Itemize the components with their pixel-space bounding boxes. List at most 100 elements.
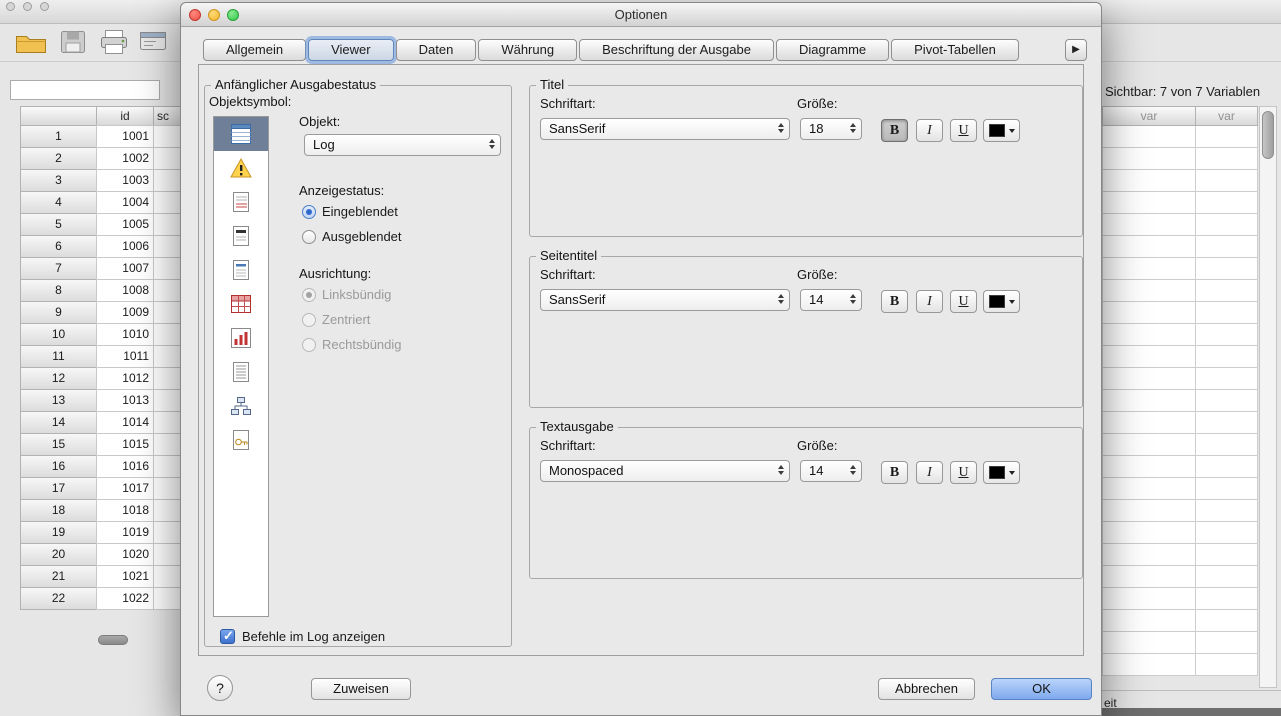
- recall-dialog-icon[interactable]: [138, 28, 168, 61]
- tab-daten[interactable]: Daten: [395, 39, 477, 61]
- empty-cell[interactable]: [1195, 565, 1258, 588]
- cell-id[interactable]: 1020: [96, 543, 154, 566]
- object-icon-warnings[interactable]: [214, 151, 268, 185]
- minimize-button[interactable]: [208, 9, 220, 21]
- empty-cell[interactable]: [1195, 257, 1258, 280]
- cell-id[interactable]: 1018: [96, 499, 154, 522]
- empty-cell[interactable]: [1102, 455, 1196, 478]
- empty-cell[interactable]: [1195, 653, 1258, 676]
- row-number[interactable]: 2: [20, 147, 97, 170]
- empty-cell[interactable]: [1195, 499, 1258, 522]
- apply-button[interactable]: Zuweisen: [311, 678, 411, 700]
- cell-id[interactable]: 1007: [96, 257, 154, 280]
- empty-cell[interactable]: [1195, 455, 1258, 478]
- row-number[interactable]: 14: [20, 411, 97, 434]
- tab-pivot-tabellen[interactable]: Pivot-Tabellen: [891, 39, 1019, 61]
- empty-cell[interactable]: [1102, 301, 1196, 324]
- empty-cell[interactable]: [1195, 169, 1258, 192]
- cell-id[interactable]: 1003: [96, 169, 154, 192]
- empty-cell[interactable]: [1195, 345, 1258, 368]
- empty-cell[interactable]: [1195, 543, 1258, 566]
- empty-cell[interactable]: [1195, 191, 1258, 214]
- cell-id[interactable]: 1010: [96, 323, 154, 346]
- cell-id[interactable]: 1017: [96, 477, 154, 500]
- row-number[interactable]: 4: [20, 191, 97, 214]
- row-number[interactable]: 22: [20, 587, 97, 610]
- row-number[interactable]: 20: [20, 543, 97, 566]
- empty-cell[interactable]: [1195, 477, 1258, 500]
- bold-button[interactable]: B: [881, 119, 908, 142]
- size-spinner[interactable]: 18: [800, 118, 862, 140]
- row-number[interactable]: 5: [20, 213, 97, 236]
- empty-cell[interactable]: [1195, 213, 1258, 236]
- zoom-button-inactive[interactable]: [40, 2, 49, 11]
- empty-cell[interactable]: [1195, 433, 1258, 456]
- empty-cell[interactable]: [1102, 367, 1196, 390]
- radio-eingeblendet[interactable]: Eingeblendet: [302, 204, 398, 219]
- cell-id[interactable]: 1019: [96, 521, 154, 544]
- bold-button[interactable]: B: [881, 461, 908, 484]
- row-number[interactable]: 19: [20, 521, 97, 544]
- empty-cell[interactable]: [1102, 389, 1196, 412]
- cell-id[interactable]: 1009: [96, 301, 154, 324]
- empty-cell[interactable]: [1102, 565, 1196, 588]
- text-color-button[interactable]: [983, 290, 1020, 313]
- horizontal-scrollbar-thumb[interactable]: [98, 635, 128, 645]
- bold-button[interactable]: B: [881, 290, 908, 313]
- row-number[interactable]: 7: [20, 257, 97, 280]
- column-header-var[interactable]: var: [1102, 106, 1196, 126]
- dialog-titlebar[interactable]: Optionen: [181, 3, 1101, 27]
- cell-id[interactable]: 1016: [96, 455, 154, 478]
- empty-cell[interactable]: [1102, 257, 1196, 280]
- underline-button[interactable]: U: [950, 119, 977, 142]
- object-icon-notes[interactable]: [214, 185, 268, 219]
- text-color-button[interactable]: [983, 461, 1020, 484]
- empty-cell[interactable]: [1195, 235, 1258, 258]
- object-icon-tree[interactable]: [214, 389, 268, 423]
- object-icon-model[interactable]: [214, 423, 268, 457]
- row-number[interactable]: 17: [20, 477, 97, 500]
- save-icon[interactable]: [58, 28, 88, 61]
- cell-id[interactable]: 1015: [96, 433, 154, 456]
- empty-cell[interactable]: [1195, 279, 1258, 302]
- empty-cell[interactable]: [1102, 191, 1196, 214]
- font-family-select[interactable]: SansSerif: [540, 118, 790, 140]
- cell-id[interactable]: 1002: [96, 147, 154, 170]
- row-number[interactable]: 1: [20, 125, 97, 148]
- empty-cell[interactable]: [1102, 323, 1196, 346]
- cell-id[interactable]: 1004: [96, 191, 154, 214]
- empty-cell[interactable]: [1195, 301, 1258, 324]
- empty-cell[interactable]: [1102, 631, 1196, 654]
- help-button[interactable]: ?: [207, 675, 233, 701]
- empty-cell[interactable]: [1102, 609, 1196, 632]
- empty-cell[interactable]: [1102, 411, 1196, 434]
- cell-id[interactable]: 1012: [96, 367, 154, 390]
- empty-cell[interactable]: [1102, 169, 1196, 192]
- font-family-select[interactable]: Monospaced: [540, 460, 790, 482]
- italic-button[interactable]: I: [916, 290, 943, 313]
- object-icon-title[interactable]: [214, 219, 268, 253]
- zoom-button[interactable]: [227, 9, 239, 21]
- empty-cell[interactable]: [1195, 389, 1258, 412]
- row-number[interactable]: 16: [20, 455, 97, 478]
- column-header-id[interactable]: id: [96, 106, 154, 126]
- tab-viewer[interactable]: Viewer: [308, 39, 394, 61]
- size-spinner[interactable]: 14: [800, 460, 862, 482]
- row-number[interactable]: 3: [20, 169, 97, 192]
- object-icon-text-output[interactable]: [214, 355, 268, 389]
- italic-button[interactable]: I: [916, 461, 943, 484]
- object-icon-log[interactable]: [214, 117, 268, 151]
- row-number[interactable]: 12: [20, 367, 97, 390]
- row-number[interactable]: 15: [20, 433, 97, 456]
- row-number[interactable]: 18: [20, 499, 97, 522]
- underline-button[interactable]: U: [950, 290, 977, 313]
- empty-cell[interactable]: [1195, 147, 1258, 170]
- tab-diagramme[interactable]: Diagramme: [775, 39, 890, 61]
- empty-cell[interactable]: [1102, 279, 1196, 302]
- empty-cell[interactable]: [1195, 609, 1258, 632]
- row-number[interactable]: 11: [20, 345, 97, 368]
- empty-cell[interactable]: [1102, 477, 1196, 500]
- minimize-button-inactive[interactable]: [23, 2, 32, 11]
- cancel-button[interactable]: Abbrechen: [878, 678, 975, 700]
- empty-cell[interactable]: [1102, 587, 1196, 610]
